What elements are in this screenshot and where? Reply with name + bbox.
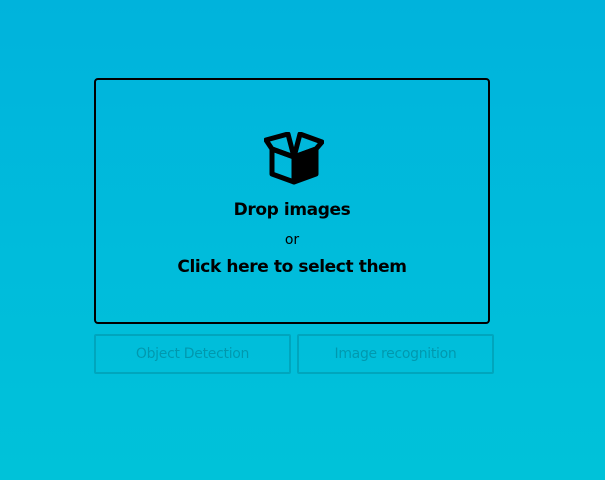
select-images-link[interactable]: Click here to select them	[96, 257, 488, 277]
object-detection-button[interactable]: Object Detection	[94, 334, 291, 374]
or-label: or	[284, 232, 300, 248]
drop-images-label: Drop images	[233, 200, 351, 220]
image-recognition-button[interactable]: Image recognition	[297, 334, 494, 374]
image-dropzone[interactable]: Drop images or Click here to select them	[94, 78, 490, 324]
open-box-icon	[263, 131, 325, 186]
